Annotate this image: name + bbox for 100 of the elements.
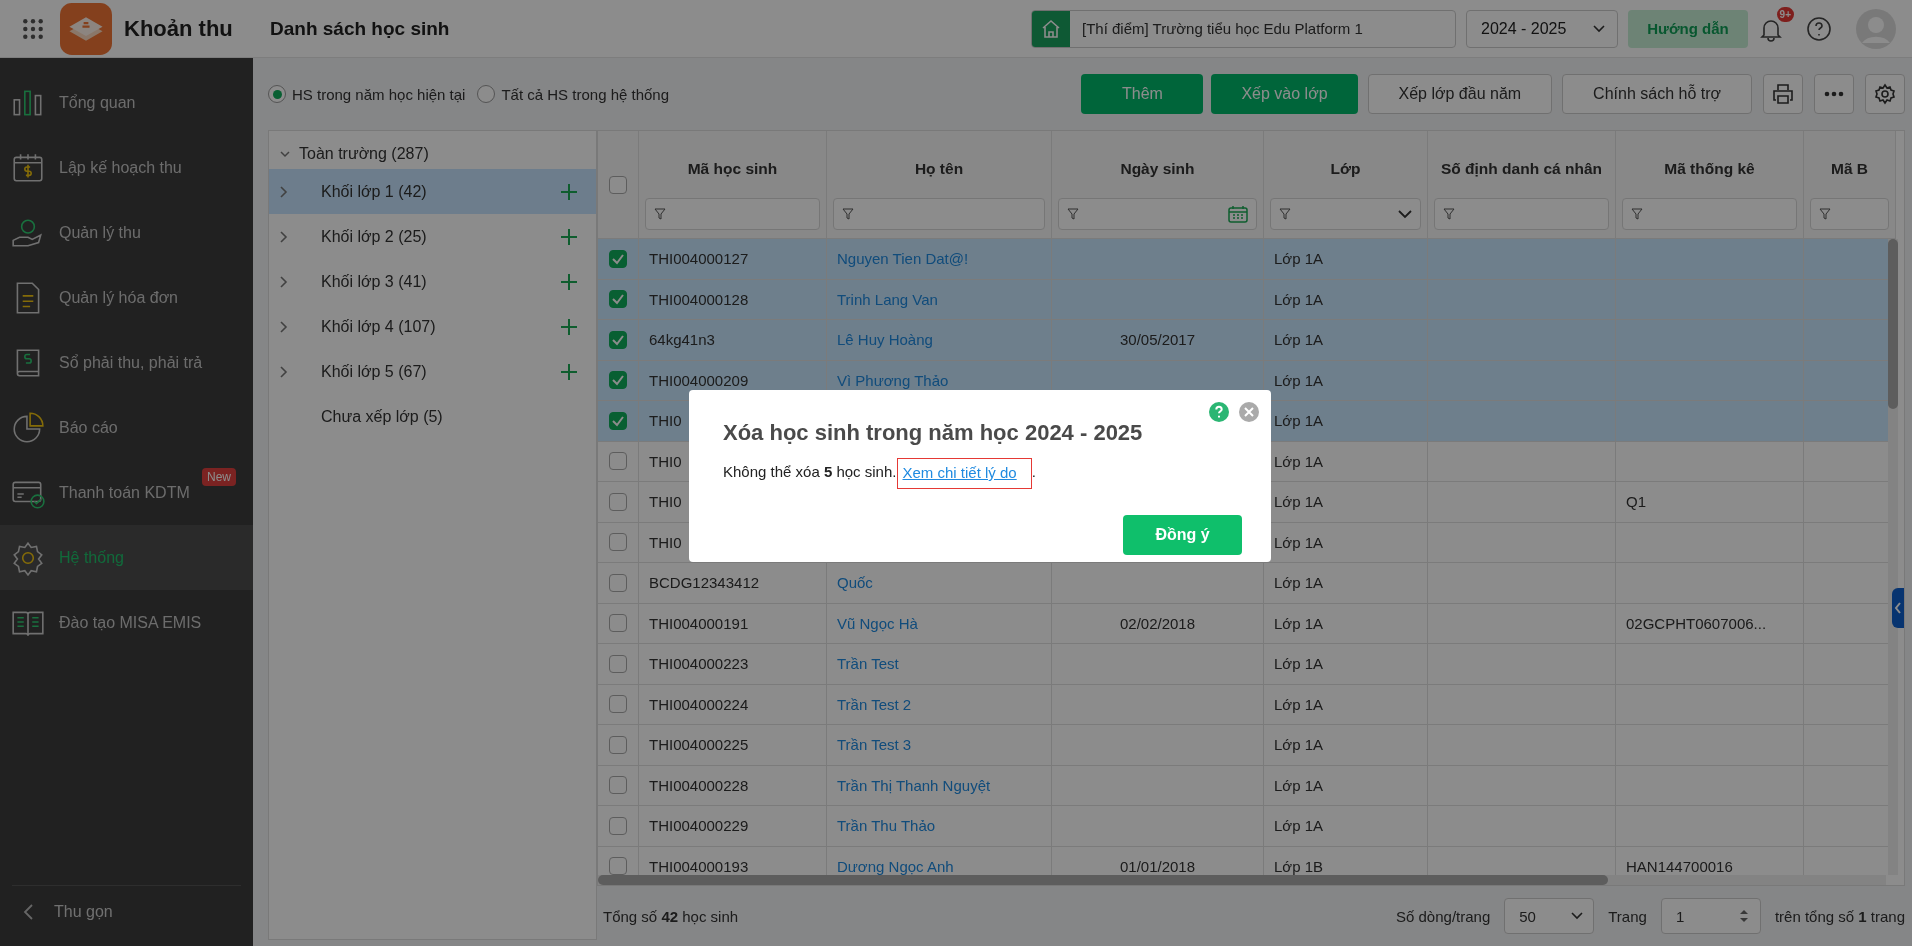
scope-radio[interactable]: HS trong năm học hiện tại bbox=[268, 85, 466, 103]
filter-field[interactable] bbox=[1058, 198, 1257, 230]
student-name-link[interactable]: Vũ Ngọc Hà bbox=[837, 614, 918, 632]
settings-icon bbox=[1874, 83, 1896, 105]
student-name-link[interactable]: Trần Thu Thảo bbox=[837, 817, 936, 835]
chevron-right-icon[interactable] bbox=[279, 319, 289, 334]
row-checkbox[interactable] bbox=[609, 614, 627, 633]
row-checkbox[interactable] bbox=[609, 411, 627, 430]
student-name-link[interactable]: Trần Test 3 bbox=[837, 736, 912, 754]
confirm-button[interactable]: Đồng ý bbox=[1123, 515, 1242, 555]
column-header: Số định danh cá nhân bbox=[1439, 158, 1603, 179]
horizontal-scrollbar[interactable] bbox=[598, 875, 1608, 885]
student-name-link[interactable]: Nguyen Tien Dat@! bbox=[837, 250, 969, 268]
more-button[interactable] bbox=[1814, 74, 1854, 114]
add-icon[interactable] bbox=[560, 317, 578, 336]
tree-item[interactable]: Khối lớp 1 (42) bbox=[269, 169, 596, 214]
row-checkbox[interactable] bbox=[609, 452, 627, 471]
sidebar-item[interactable]: Sổ phải thu, phải trả bbox=[0, 330, 253, 395]
select-all-checkbox[interactable] bbox=[609, 175, 627, 194]
sidebar-item[interactable]: Quản lý hóa đơn bbox=[0, 265, 253, 330]
tree-root-item[interactable]: Toàn trường (287) bbox=[269, 139, 596, 169]
row-checkbox[interactable] bbox=[609, 330, 627, 349]
tree-item-label: Khối lớp 1 (42) bbox=[321, 182, 427, 201]
sidebar-item[interactable]: Hệ thống bbox=[0, 525, 253, 590]
add-icon[interactable] bbox=[560, 227, 578, 246]
row-checkbox[interactable] bbox=[609, 371, 627, 390]
add-icon[interactable] bbox=[560, 182, 578, 201]
filter-field[interactable] bbox=[833, 198, 1045, 230]
scope-radio[interactable]: Tất cả HS trong hệ thống bbox=[477, 85, 670, 103]
row-checkbox[interactable] bbox=[609, 290, 627, 309]
student-name-link[interactable]: Vì Phương Thảo bbox=[837, 371, 949, 389]
chevron-right-icon[interactable] bbox=[279, 229, 289, 244]
details-link[interactable]: Xem chi tiết lý do bbox=[902, 464, 1017, 481]
action-button[interactable]: Thêm bbox=[1081, 74, 1204, 114]
action-button[interactable]: Chính sách hỗ trợ bbox=[1562, 74, 1752, 114]
table-cell: THI004000223 bbox=[649, 655, 749, 673]
side-panel-tab[interactable] bbox=[1892, 588, 1904, 628]
sidebar-item[interactable]: Đào tạo MISA EMIS bbox=[0, 590, 253, 655]
row-checkbox[interactable] bbox=[609, 816, 627, 835]
row-checkbox[interactable] bbox=[609, 573, 627, 592]
table-cell: Lớp 1A bbox=[1274, 250, 1324, 268]
row-checkbox[interactable] bbox=[609, 492, 627, 511]
help-icon[interactable] bbox=[1209, 402, 1229, 422]
sidebar-item[interactable]: Tổng quan bbox=[0, 70, 253, 135]
column-header: Họ tên bbox=[913, 158, 965, 179]
tree-item[interactable]: Khối lớp 4 (107) bbox=[269, 304, 596, 349]
filter-field[interactable] bbox=[1434, 198, 1609, 230]
filter-icon bbox=[1279, 208, 1291, 220]
close-icon[interactable] bbox=[1239, 402, 1259, 422]
student-name-link[interactable]: Quốc bbox=[837, 574, 873, 592]
row-checkbox[interactable] bbox=[609, 249, 627, 268]
chevron-right-icon[interactable] bbox=[279, 274, 289, 289]
filter-field[interactable] bbox=[645, 198, 820, 230]
action-button[interactable]: Xếp vào lớp bbox=[1211, 74, 1358, 114]
collapse-button[interactable]: Thu gọn bbox=[12, 885, 241, 938]
calendar-icon[interactable] bbox=[1228, 205, 1248, 223]
sidebar-item[interactable]: Báo cáo bbox=[0, 395, 253, 460]
vertical-scrollbar[interactable] bbox=[1888, 239, 1898, 409]
row-checkbox[interactable] bbox=[609, 857, 627, 875]
row-checkbox[interactable] bbox=[609, 735, 627, 754]
table-cell: THI0 bbox=[649, 412, 682, 430]
page-size-select[interactable]: 50 bbox=[1504, 898, 1595, 934]
tree-item[interactable]: Khối lớp 5 (67) bbox=[269, 349, 596, 394]
student-name-link[interactable]: Trần Test bbox=[837, 655, 899, 673]
filter-field[interactable] bbox=[1270, 198, 1421, 230]
row-checkbox[interactable] bbox=[609, 533, 627, 552]
filter-field[interactable] bbox=[1622, 198, 1797, 230]
table-cell: THI004000229 bbox=[649, 817, 749, 835]
sidebar-item[interactable]: Thanh toán KDTM New bbox=[0, 460, 253, 525]
page-field[interactable]: 1 bbox=[1660, 898, 1761, 934]
year-select[interactable]: 2024 - 2025 bbox=[1466, 9, 1618, 48]
action-button[interactable]: Xếp lớp đầu năm bbox=[1367, 74, 1553, 114]
table-cell: Lớp 1A bbox=[1274, 493, 1324, 511]
settings-button[interactable] bbox=[1865, 74, 1905, 114]
sidebar-item[interactable]: Quản lý thu bbox=[0, 200, 253, 265]
caret-icon[interactable] bbox=[1398, 209, 1412, 219]
row-checkbox[interactable] bbox=[609, 695, 627, 714]
row-checkbox[interactable] bbox=[609, 654, 627, 673]
add-icon[interactable] bbox=[560, 272, 578, 291]
chevron-right-icon[interactable] bbox=[279, 184, 289, 199]
tree-item[interactable]: Chưa xếp lớp (5) bbox=[269, 394, 596, 439]
tree-item[interactable]: Khối lớp 2 (25) bbox=[269, 214, 596, 259]
tree-item[interactable]: Khối lớp 3 (41) bbox=[269, 259, 596, 304]
student-name-link[interactable]: Trần Test 2 bbox=[837, 695, 912, 713]
add-icon[interactable] bbox=[560, 362, 578, 381]
row-checkbox[interactable] bbox=[609, 776, 627, 795]
student-name-link[interactable]: Trinh Lang Van bbox=[837, 290, 938, 308]
filter-field[interactable] bbox=[1810, 198, 1889, 230]
filter-icon bbox=[654, 208, 666, 220]
apps-grid-icon[interactable] bbox=[22, 17, 44, 40]
student-name-link[interactable]: Dương Ngọc Anh bbox=[837, 857, 954, 875]
app-name: Khoản thu bbox=[124, 15, 234, 42]
chevron-right-icon[interactable] bbox=[279, 364, 289, 379]
student-name-link[interactable]: Trần Thị Thanh Nguyệt bbox=[837, 776, 991, 794]
sidebar-item[interactable]: Lập kế hoạch thu bbox=[0, 135, 253, 200]
print-button[interactable] bbox=[1763, 74, 1803, 114]
help-icon[interactable] bbox=[1806, 15, 1832, 42]
guide-button[interactable]: Hướng dẫn bbox=[1628, 9, 1748, 48]
school-selector[interactable]: [Thí điểm] Trường tiểu học Edu Platform 1 bbox=[1031, 9, 1456, 48]
student-name-link[interactable]: Lê Huy Hoàng bbox=[837, 331, 933, 349]
